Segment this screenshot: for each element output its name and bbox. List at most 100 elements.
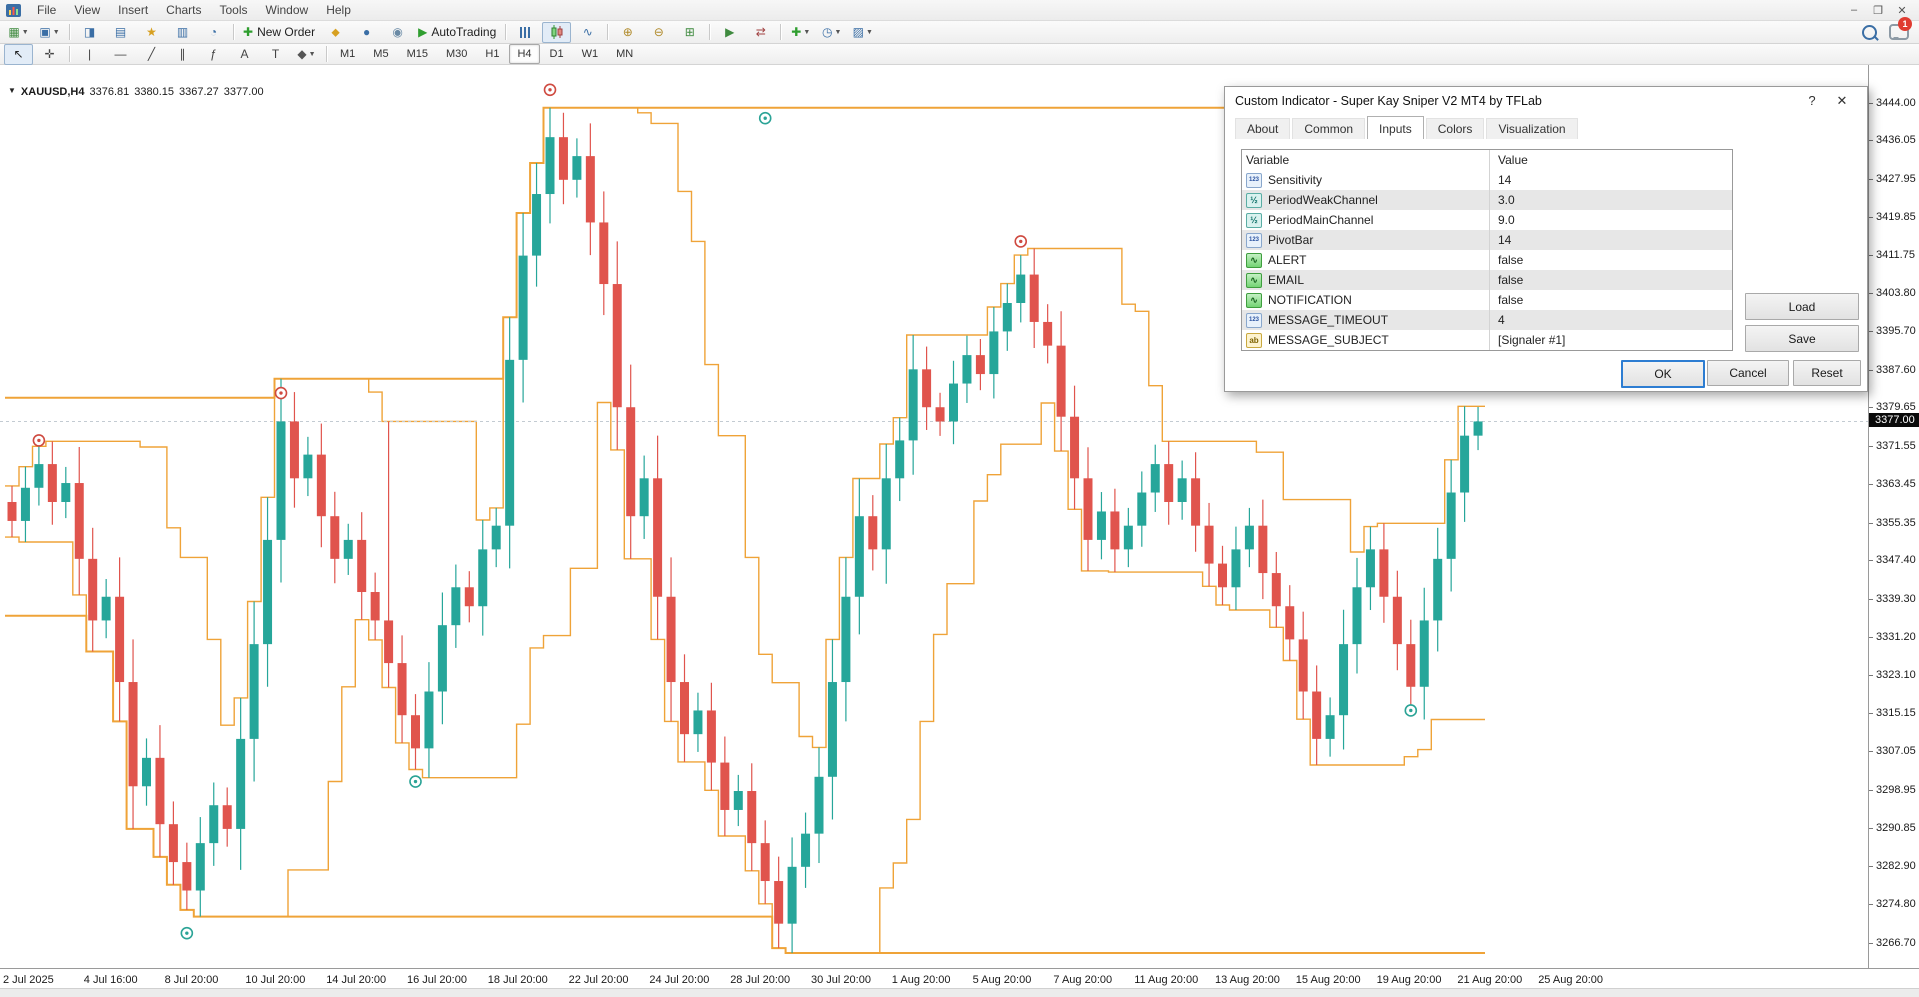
value-cell[interactable]: 4: [1490, 313, 1732, 327]
text-tool[interactable]: A: [230, 44, 259, 65]
value-cell[interactable]: 3.0: [1490, 193, 1732, 207]
custom-indicator-dialog: Custom Indicator - Super Kay Sniper V2 M…: [1224, 86, 1868, 392]
menu-file[interactable]: File: [28, 1, 65, 19]
menu-help[interactable]: Help: [317, 1, 360, 19]
tab-common[interactable]: Common: [1292, 118, 1365, 139]
buy-signal-marker: [410, 776, 421, 787]
tile-windows-button[interactable]: ⊞: [675, 22, 704, 43]
bar-chart-button[interactable]: [511, 22, 540, 43]
experts-button[interactable]: ●: [352, 22, 381, 43]
notifications-button[interactable]: 1: [1889, 24, 1909, 40]
templates-button[interactable]: ▨▼: [848, 22, 877, 43]
value-cell[interactable]: false: [1490, 293, 1732, 307]
reset-button[interactable]: Reset: [1793, 360, 1861, 386]
dropdown-caret-icon: ▼: [866, 29, 873, 36]
timeframe-m15[interactable]: M15: [399, 44, 436, 64]
autotrading-button[interactable]: ▶AutoTrading: [414, 22, 500, 43]
input-row-message_timeout[interactable]: 123MESSAGE_TIMEOUT4: [1242, 310, 1732, 330]
navigator-button[interactable]: ★: [137, 22, 166, 43]
close-button[interactable]: ✕: [1891, 3, 1913, 18]
restore-button[interactable]: ❐: [1867, 3, 1889, 18]
tab-about[interactable]: About: [1235, 118, 1290, 139]
dialog-help-button[interactable]: ?: [1797, 91, 1827, 111]
timeframe-m30[interactable]: M30: [438, 44, 475, 64]
data-window-button[interactable]: ▤: [106, 22, 135, 43]
sell-signal-marker: [33, 435, 44, 446]
price-axis[interactable]: 3444.003436.053427.953419.853411.753403.…: [1868, 63, 1919, 968]
input-row-periodmainchannel[interactable]: ½PeriodMainChannel9.0: [1242, 210, 1732, 230]
tab-inputs[interactable]: Inputs: [1367, 116, 1424, 139]
dialog-title-bar[interactable]: Custom Indicator - Super Kay Sniper V2 M…: [1225, 87, 1867, 114]
cancel-button[interactable]: Cancel: [1707, 360, 1789, 386]
zoom-out-button[interactable]: ⊖: [644, 22, 673, 43]
tab-colors[interactable]: Colors: [1426, 118, 1485, 139]
timeframe-m1[interactable]: M1: [332, 44, 363, 64]
input-row-periodweakchannel[interactable]: ½PeriodWeakChannel3.0: [1242, 190, 1732, 210]
timeframe-mn[interactable]: MN: [608, 44, 641, 64]
value-cell[interactable]: [Signaler #1]: [1490, 333, 1732, 347]
search-button[interactable]: [1862, 25, 1877, 40]
value-cell[interactable]: 14: [1490, 233, 1732, 247]
value-cell[interactable]: 14: [1490, 173, 1732, 187]
timeframe-h1[interactable]: H1: [477, 44, 507, 64]
save-button[interactable]: Save: [1745, 325, 1859, 352]
input-row-sensitivity[interactable]: 123Sensitivity14: [1242, 170, 1732, 190]
ok-button[interactable]: OK: [1621, 360, 1705, 388]
timeframe-m5[interactable]: M5: [365, 44, 396, 64]
shapes-tool[interactable]: ◆▼: [292, 44, 321, 65]
symbol-ohlc-line: ▼ XAUUSD,H4 3376.81 3380.15 3367.27 3377…: [8, 86, 264, 98]
timeframe-h4[interactable]: H4: [509, 44, 539, 64]
terminal-button[interactable]: ▥: [168, 22, 197, 43]
crosshair-tool[interactable]: ✛: [35, 44, 64, 65]
tab-visualization[interactable]: Visualization: [1486, 118, 1577, 139]
menu-window[interactable]: Window: [257, 1, 318, 19]
auto-scroll-button[interactable]: ▶: [715, 22, 744, 43]
menu-insert[interactable]: Insert: [109, 1, 157, 19]
minimize-button[interactable]: –: [1843, 3, 1865, 18]
input-row-pivotbar[interactable]: 123PivotBar14: [1242, 230, 1732, 250]
new-chart-button[interactable]: ▦▼: [4, 22, 33, 43]
value-cell[interactable]: 9.0: [1490, 213, 1732, 227]
ticket-icon-button[interactable]: ⬥: [321, 22, 350, 43]
time-axis[interactable]: 2 Jul 20254 Jul 16:008 Jul 20:0010 Jul 2…: [0, 968, 1919, 989]
menu-charts[interactable]: Charts: [157, 1, 210, 19]
chart-shift-button[interactable]: ⇄: [746, 22, 775, 43]
load-button[interactable]: Load: [1745, 293, 1859, 320]
trendline-tool[interactable]: ╱: [137, 44, 166, 65]
fibonacci-tool[interactable]: ƒ: [199, 44, 228, 65]
zoom-in-button[interactable]: ⊕: [613, 22, 642, 43]
value-cell[interactable]: false: [1490, 273, 1732, 287]
tile-windows-icon: ⊞: [685, 25, 695, 39]
app-icon: [6, 4, 21, 17]
profiles-button[interactable]: ▣▼: [35, 22, 64, 43]
timeframe-d1[interactable]: D1: [542, 44, 572, 64]
time-axis-label: 22 Jul 20:00: [569, 974, 629, 986]
menu-tools[interactable]: Tools: [211, 1, 257, 19]
vertical-line-tool[interactable]: |: [75, 44, 104, 65]
cursor-tool[interactable]: ↖: [4, 44, 33, 65]
input-row-message_subject[interactable]: abMESSAGE_SUBJECT[Signaler #1]: [1242, 330, 1732, 350]
profiles-icon: ▣: [39, 25, 50, 39]
line-chart-button[interactable]: ∿: [573, 22, 602, 43]
collapse-triangle-icon[interactable]: ▼: [8, 86, 16, 98]
menu-view[interactable]: View: [65, 1, 109, 19]
input-row-notification[interactable]: ∿NOTIFICATIONfalse: [1242, 290, 1732, 310]
dialog-close-button[interactable]: ✕: [1827, 91, 1857, 111]
label-tool[interactable]: T: [261, 44, 290, 65]
price-axis-label: 3307.05: [1876, 745, 1916, 757]
input-row-alert[interactable]: ∿ALERTfalse: [1242, 250, 1732, 270]
new-chart-icon: ▦: [8, 25, 19, 39]
horizontal-line-tool[interactable]: —: [106, 44, 135, 65]
channel-tool[interactable]: ∥: [168, 44, 197, 65]
periods-button[interactable]: ◷▼: [817, 22, 846, 43]
indicators-button[interactable]: ✚▼: [786, 22, 815, 43]
market-watch-button[interactable]: ◨: [75, 22, 104, 43]
strategy-tester-button[interactable]: ◔: [199, 22, 228, 43]
input-row-email[interactable]: ∿EMAILfalse: [1242, 270, 1732, 290]
candlestick-chart-button[interactable]: [542, 22, 571, 43]
time-axis-label: 1 Aug 20:00: [892, 974, 951, 986]
new-order-button[interactable]: ✚New Order: [239, 22, 319, 43]
timeframe-w1[interactable]: W1: [574, 44, 607, 64]
value-cell[interactable]: false: [1490, 253, 1732, 267]
signals-button[interactable]: ◉: [383, 22, 412, 43]
